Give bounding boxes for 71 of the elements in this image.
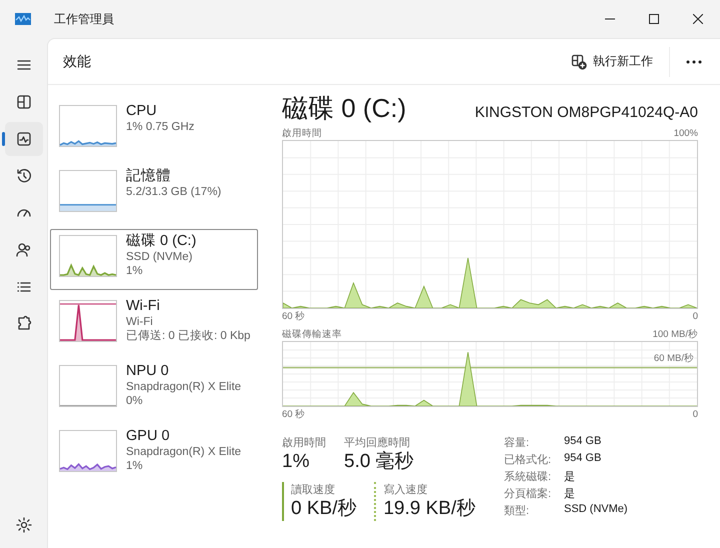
stat-value: 1%: [282, 450, 310, 474]
property-value: SSD (NVMe): [564, 503, 628, 517]
usage-graph: [59, 170, 117, 212]
stat-label: 寫入速度: [383, 482, 428, 497]
chart-label: 啟用時間: [282, 128, 322, 140]
property-label: 系統磁碟:: [504, 470, 552, 484]
device-model: KINGSTON OM8PGP41024Q-A0: [474, 104, 698, 121]
property-label: 類型:: [504, 504, 530, 518]
device-info: Snapdragon(R) X Elite: [126, 445, 242, 459]
device-name: 記憶體: [126, 167, 172, 185]
time-axis-label: 60 秒: [282, 409, 306, 421]
chart-min-label: 0: [692, 311, 698, 323]
close-icon: [693, 14, 703, 24]
device-name: 磁碟 0 (C:): [126, 232, 196, 250]
stat-label: 讀取速度: [291, 482, 336, 497]
app-logo: [15, 13, 31, 25]
stat-value: 0 KB/秒: [291, 497, 356, 521]
property-value: 是: [564, 470, 576, 484]
usage-graph: [59, 365, 117, 407]
device-item[interactable]: Wi-Fi Wi-Fi 已傳送: 0 已接收: 0 Kbp: [50, 294, 258, 355]
property-label: 分頁檔案:: [504, 486, 552, 501]
users-icon: [14, 241, 32, 259]
chart-min-label: 0: [692, 409, 698, 421]
property-label: 已格式化:: [504, 453, 552, 467]
device-item[interactable]: 磁碟 0 (C:) SSD (NVMe) 1%: [50, 229, 258, 290]
nav-button[interactable]: [4, 122, 42, 156]
chart-max-label: 100 MB/秒: [652, 329, 698, 341]
history-icon: [14, 167, 32, 185]
activity-icon: [14, 130, 32, 148]
device-info: 已傳送: 0 已接收: 0 Kbp: [126, 329, 250, 343]
device-name: NPU 0: [126, 362, 170, 380]
device-item[interactable]: 記憶體 5.2/31.3 GB (17%): [50, 164, 258, 225]
property-value: 954 GB: [564, 452, 602, 466]
property-label: 容量:: [504, 436, 530, 450]
usage-graph: [59, 300, 117, 342]
settings-icon: [14, 516, 32, 534]
device-item[interactable]: CPU 1% 0.75 GHz: [50, 99, 258, 160]
time-axis-label: 60 秒: [282, 311, 306, 323]
run-new-task-button[interactable]: 執行新工作: [565, 49, 659, 74]
device-name: CPU: [126, 102, 158, 120]
device-info: 1%: [126, 264, 144, 278]
processes-icon: [14, 93, 32, 111]
device-name: Wi-Fi: [126, 297, 161, 315]
page-title: 效能: [63, 52, 91, 70]
usage-graph: [59, 430, 117, 472]
device-info: Snapdragon(R) X Elite: [126, 380, 242, 394]
device-item[interactable]: GPU 0 Snapdragon(R) X Elite 1%: [50, 424, 258, 485]
device-info: 1%: [126, 459, 144, 473]
chart-label: 磁碟傳輸速率: [282, 329, 342, 341]
new-task-icon: [571, 54, 587, 70]
window-title: 工作管理員: [54, 10, 114, 28]
device-info: Wi-Fi: [126, 315, 154, 329]
property-value: 954 GB: [564, 435, 602, 449]
device-info: 1% 0.75 GHz: [126, 120, 194, 134]
more-icon: [686, 60, 702, 64]
stat-value: 5.0 毫秒: [344, 450, 414, 474]
device-info: SSD (NVMe): [126, 250, 194, 264]
stat-value: 19.9 KB/秒: [383, 497, 476, 521]
chart-max-label: 100%: [674, 128, 698, 140]
chart-marker-label: 60 MB/秒: [654, 352, 694, 365]
stat-label: 平均回應時間: [344, 436, 411, 450]
maximize-icon: [649, 14, 659, 24]
device-item[interactable]: NPU 0 Snapdragon(R) X Elite 0%: [50, 359, 258, 420]
device-title: 磁碟 0 (C:): [282, 92, 406, 125]
usage-graph: [59, 105, 117, 147]
property-value: 是: [564, 487, 576, 501]
stat-label: 啟用時間: [282, 436, 326, 450]
usage-graph: [59, 235, 117, 277]
device-info: 5.2/31.3 GB (17%): [126, 185, 222, 199]
device-name: GPU 0: [126, 427, 171, 445]
device-info: 0%: [126, 394, 144, 408]
